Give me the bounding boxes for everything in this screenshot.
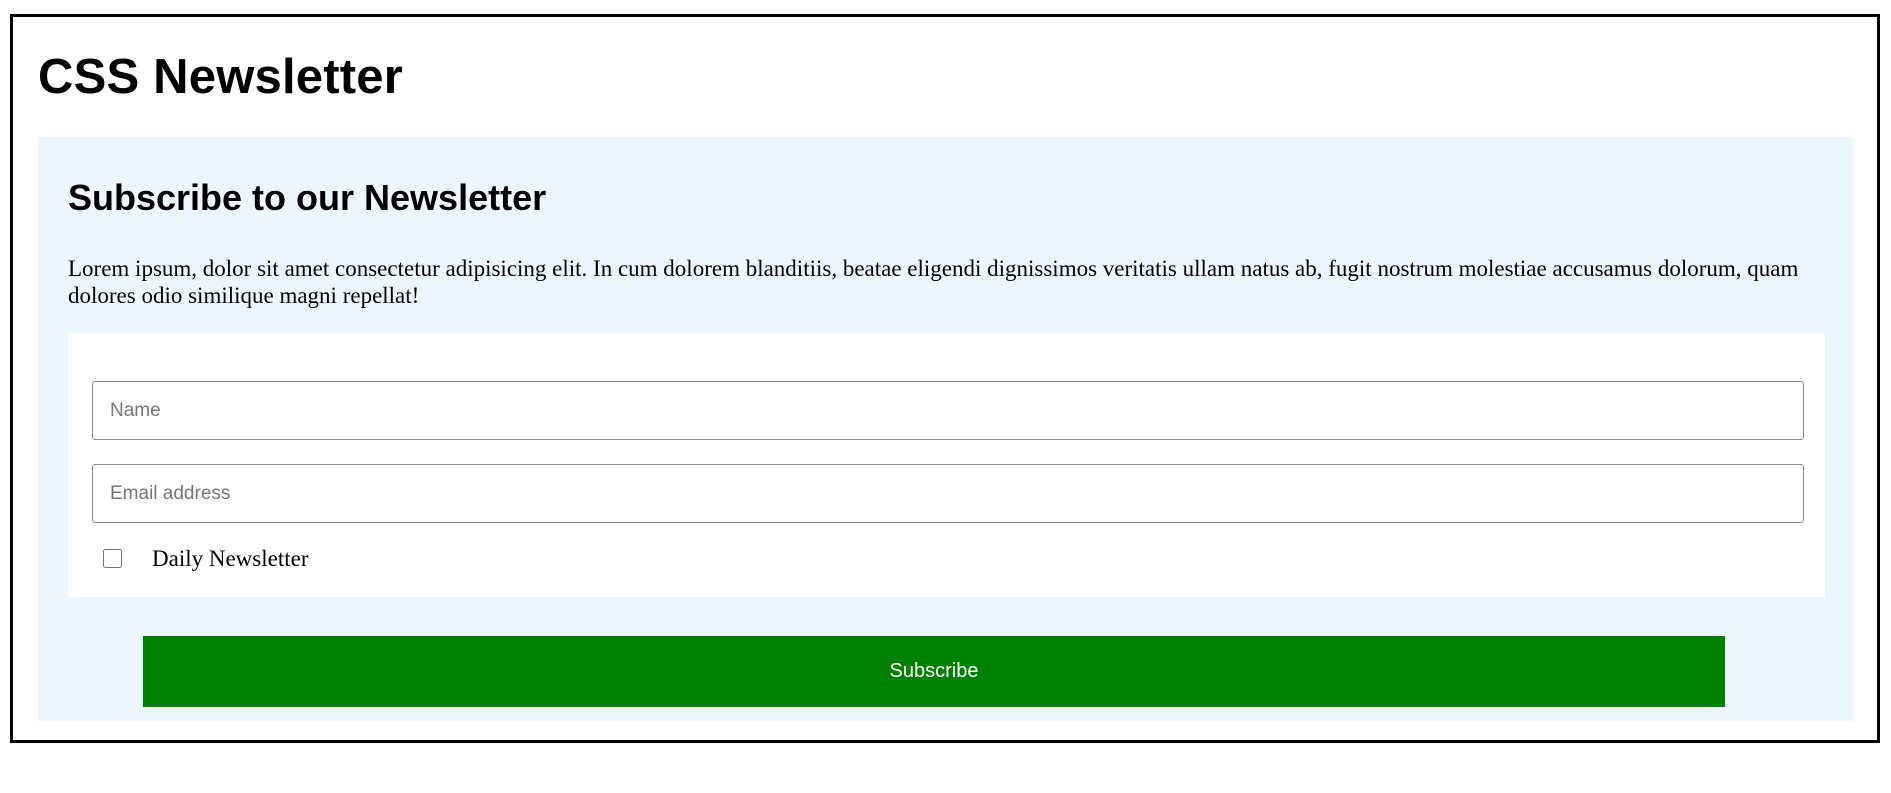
subscribe-button[interactable]: Subscribe <box>143 636 1725 707</box>
email-input[interactable] <box>92 464 1804 523</box>
newsletter-description: Lorem ipsum, dolor sit amet consectetur … <box>68 256 1799 308</box>
daily-newsletter-option[interactable]: Daily Newsletter <box>103 543 308 573</box>
daily-newsletter-checkbox[interactable] <box>103 548 122 568</box>
subscribe-form: Daily Newsletter <box>68 333 1825 597</box>
daily-newsletter-label: Daily Newsletter <box>152 545 309 571</box>
name-input[interactable] <box>92 381 1804 440</box>
newsletter-panel: Subscribe to our Newsletter Lorem ipsum,… <box>38 137 1853 721</box>
site-title: CSS Newsletter <box>38 50 403 104</box>
newsletter-heading: Subscribe to our Newsletter <box>68 177 547 218</box>
page-frame: CSS Newsletter Subscribe to our Newslett… <box>10 14 1880 743</box>
